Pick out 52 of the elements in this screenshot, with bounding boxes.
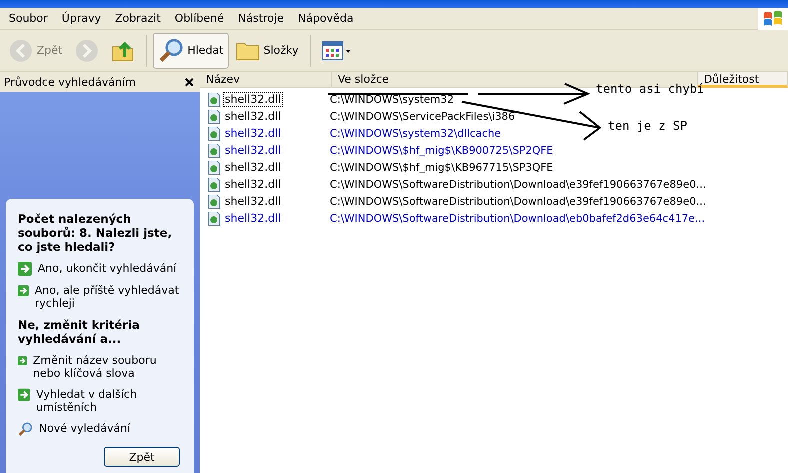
arrow-icon: [18, 284, 29, 298]
file-name[interactable]: shell32.dll: [223, 194, 284, 209]
arrow-icon: [18, 388, 30, 402]
file-name[interactable]: shell32.dll: [223, 126, 284, 141]
menu-item[interactable]: Oblíbené: [168, 12, 232, 25]
file-name[interactable]: shell32.dll: [223, 109, 284, 124]
pane-title: Průvodce vyhledáváním: [4, 76, 136, 88]
back-button[interactable]: Zpět: [104, 447, 180, 467]
file-icon: [208, 126, 221, 140]
menu-item[interactable]: Nápověda: [291, 12, 361, 25]
windows-logo-icon: [758, 8, 788, 30]
handwritten-note: ten je z SP: [608, 119, 688, 133]
option-link[interactable]: Změnit název souboru nebo klíčová slova: [33, 354, 182, 380]
column-header[interactable]: Název: [200, 72, 332, 88]
file-icon: [208, 144, 221, 158]
folder-path: C:\WINDOWS\SoftwareDistribution\Download\eb0bafef2d63e64c417e...: [330, 212, 706, 224]
views-icon: [322, 40, 352, 60]
file-name[interactable]: shell32.dll: [223, 92, 284, 107]
search-icon: [158, 38, 184, 64]
file-icon: [208, 160, 221, 174]
folder-path: C:\WINDOWS\$hf_mig$\KB967715\SP3QFE: [330, 162, 554, 174]
option-link[interactable]: Nové vyledávání: [39, 422, 131, 435]
option-link[interactable]: Ano, ale příště vyhledávat rychleji: [34, 284, 182, 310]
folder-path: C:\WINDOWS\$hf_mig$\KB900725\SP2QFE: [330, 144, 554, 156]
folder-path: C:\WINDOWS\SoftwareDistribution\Download\e39fef190663767e89e0...: [330, 178, 706, 190]
search-icon: [18, 422, 33, 437]
file-icon: [208, 212, 221, 226]
menu-item[interactable]: Nástroje: [231, 12, 292, 25]
file-name[interactable]: shell32.dll: [223, 177, 284, 192]
menu-item[interactable]: Úpravy: [54, 12, 108, 25]
folder-path: C:\WINDOWS\system32: [330, 94, 454, 106]
file-name[interactable]: shell32.dll: [223, 143, 284, 158]
file-name[interactable]: shell32.dll: [223, 211, 284, 226]
option-link[interactable]: Vyhledat v dalších umístěních: [36, 388, 182, 414]
file-icon: [208, 194, 221, 208]
folder-icon: [236, 40, 260, 60]
file-name[interactable]: shell32.dll: [223, 160, 284, 175]
close-icon[interactable]: [185, 78, 194, 86]
arrow-icon: [18, 262, 32, 276]
folders-button[interactable]: Složky: [230, 32, 304, 68]
file-icon: [208, 92, 221, 106]
search-button[interactable]: Hledat: [152, 32, 229, 68]
folder-path: C:\WINDOWS\system32\dllcache: [330, 128, 502, 140]
menu-item[interactable]: Zobrazit: [108, 12, 168, 25]
folder-path: C:\WINDOWS\SoftwareDistribution\Download\e39fef190663767e89e0...: [330, 196, 706, 208]
menu-item[interactable]: Soubor: [2, 12, 55, 25]
option-link[interactable]: Ano, ukončit vyhledávání: [38, 262, 177, 275]
results-heading: Počet nalezených souborů: 8. Nalezli jste, co jste hledali?: [18, 212, 174, 254]
section-heading: Ne, změnit kritéria vyhledávání a...: [18, 318, 141, 346]
file-icon: [208, 110, 221, 124]
folder-path: C:\WINDOWS\ServicePackFiles\i386: [330, 110, 516, 122]
file-icon: [208, 178, 221, 192]
